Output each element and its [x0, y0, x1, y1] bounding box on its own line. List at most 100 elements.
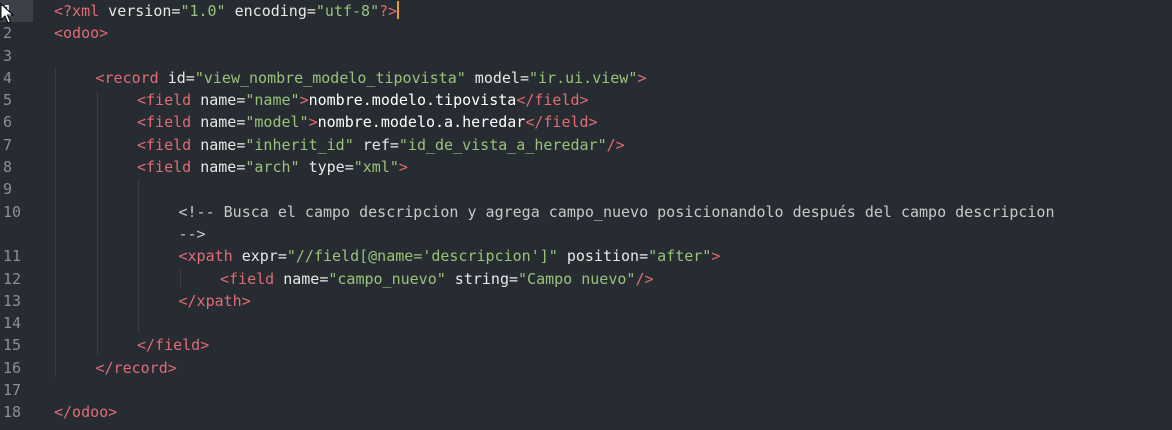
code-line[interactable]: 18 </odoo>	[0, 401, 1172, 423]
line-number: 11	[3, 247, 22, 266]
code-token: string=	[445, 269, 519, 288]
indent-guide	[138, 180, 139, 333]
line-number: 10	[3, 202, 22, 221]
line-code: </record>	[96, 357, 177, 379]
code-line[interactable]: 4 <record id="view_nombre_modelo_tipovist…	[0, 67, 1172, 89]
line-code: <?xml version="1.0" encoding="utf-8"?>	[54, 0, 400, 22]
code-token: "Campo nuevo"	[518, 269, 636, 288]
code-token: >	[637, 68, 647, 87]
code-line[interactable]: 1<?xml version="1.0" encoding="utf-8"?>	[0, 0, 1172, 23]
code-token: name=	[191, 113, 246, 132]
code-editor[interactable]: 1<?xml version="1.0" encoding="utf-8"?>2…	[0, 0, 1172, 430]
line-number: 2	[3, 24, 13, 43]
code-token: ?>	[379, 2, 398, 20]
code-token: </field>	[516, 91, 589, 110]
code-token: "ir.ui.view"	[529, 68, 638, 87]
code-token: nombre.modelo.a.heredar	[317, 113, 526, 132]
code-line[interactable]: -->	[0, 223, 1172, 245]
code-line[interactable]: 8 <field name="arch" type="xml">	[0, 156, 1172, 178]
code-line[interactable]: 12 <field name="campo_nuevo" string="Camp…	[0, 268, 1172, 290]
line-code: </odoo>	[54, 401, 117, 423]
line-number: 12	[3, 269, 22, 288]
code-token: />	[635, 269, 654, 288]
code-line[interactable]: 16 </record>	[0, 357, 1172, 379]
line-code: <record id="view_nombre_modelo_tipovista…	[96, 67, 647, 89]
code-line[interactable]: 3	[0, 45, 1172, 67]
code-token: encoding=	[225, 2, 316, 20]
code-lines[interactable]: 1<?xml version="1.0" encoding="utf-8"?>2…	[0, 0, 1172, 424]
code-token: >	[299, 91, 309, 110]
code-token: name=	[274, 269, 329, 288]
code-token: model=	[465, 68, 529, 87]
code-line[interactable]: 13 </xpath>	[0, 290, 1172, 312]
code-token: "name"	[245, 91, 300, 110]
code-token: </xpath>	[178, 291, 251, 310]
line-number: 6	[3, 113, 13, 132]
code-token: <record	[95, 68, 159, 87]
code-token: -->	[178, 224, 206, 243]
code-token: expr=	[232, 247, 287, 266]
line-number: 8	[3, 158, 13, 177]
indent-guide	[55, 68, 56, 378]
code-token: </field>	[137, 336, 210, 355]
line-number: 16	[3, 358, 22, 377]
code-token: version=	[99, 2, 181, 20]
code-line[interactable]: 6 <field name="model">nombre.modelo.a.her…	[0, 111, 1172, 133]
line-number: 17	[3, 381, 22, 400]
code-token: name=	[191, 91, 246, 110]
code-token: <odoo>	[54, 24, 109, 43]
code-token: position=	[557, 247, 649, 266]
code-line[interactable]: 9	[0, 178, 1172, 200]
code-line[interactable]: 5 <field name="name">nombre.modelo.tipovi…	[0, 89, 1172, 111]
line-number: 13	[3, 291, 22, 310]
code-token: <field	[137, 135, 192, 154]
line-code: <field name="model">nombre.modelo.a.here…	[137, 111, 598, 133]
line-number: 4	[3, 68, 13, 87]
code-token: id=	[158, 68, 195, 87]
code-token: <field	[137, 113, 192, 132]
line-code: <field name="inherit_id" ref="id_de_vist…	[137, 134, 625, 156]
code-line[interactable]: 14	[0, 312, 1172, 334]
code-token: >	[398, 158, 408, 177]
code-token: </record>	[95, 358, 177, 377]
line-code: -->	[179, 223, 206, 245]
code-token: </field>	[525, 113, 598, 132]
code-token: "model"	[245, 113, 309, 132]
line-code: <xpath expr="//field[@name='descripcion'…	[179, 245, 721, 267]
line-number: 14	[3, 314, 22, 333]
text-cursor	[397, 1, 400, 19]
code-token: <field	[137, 91, 192, 110]
indent-guide	[179, 269, 181, 288]
code-token: </odoo>	[54, 403, 118, 422]
code-token: name=	[191, 158, 246, 177]
indent-guide	[96, 91, 98, 355]
code-token: />	[606, 135, 625, 154]
code-line[interactable]: 10 <!-- Busca el campo descripcion y agre…	[0, 201, 1172, 223]
code-token: "after"	[648, 247, 712, 266]
code-token: type=	[299, 158, 354, 177]
code-token: >	[308, 113, 318, 132]
mouse-pointer-icon	[0, 3, 14, 24]
code-token: <xpath	[178, 247, 233, 266]
line-number: 18	[3, 403, 22, 422]
line-number: 15	[3, 336, 22, 355]
code-token: "id_de_vista_a_heredar"	[398, 135, 607, 154]
code-token: "utf-8"	[315, 2, 380, 20]
code-token: "campo_nuevo"	[328, 269, 446, 288]
code-token: >	[711, 247, 721, 266]
code-line[interactable]: 7 <field name="inherit_id" ref="id_de_vis…	[0, 134, 1172, 156]
code-token: nombre.modelo.tipovista	[308, 91, 517, 110]
line-number: 5	[3, 91, 13, 110]
line-code: <odoo>	[54, 22, 108, 44]
code-token: <field	[137, 158, 192, 177]
line-code: </xpath>	[179, 290, 251, 312]
line-number: 3	[3, 46, 13, 65]
code-line[interactable]: 2 <odoo>	[0, 22, 1172, 44]
code-line[interactable]: 15 </field>	[0, 334, 1172, 356]
code-line[interactable]: 11 <xpath expr="//field[@name='descripcio…	[0, 245, 1172, 267]
code-token: "view_nombre_modelo_tipovista"	[194, 68, 466, 87]
code-token: "//field[@name='descripcion']"	[286, 247, 558, 266]
code-token: <?xml	[54, 2, 100, 20]
code-line[interactable]: 17	[0, 379, 1172, 401]
code-token: name=	[191, 135, 246, 154]
